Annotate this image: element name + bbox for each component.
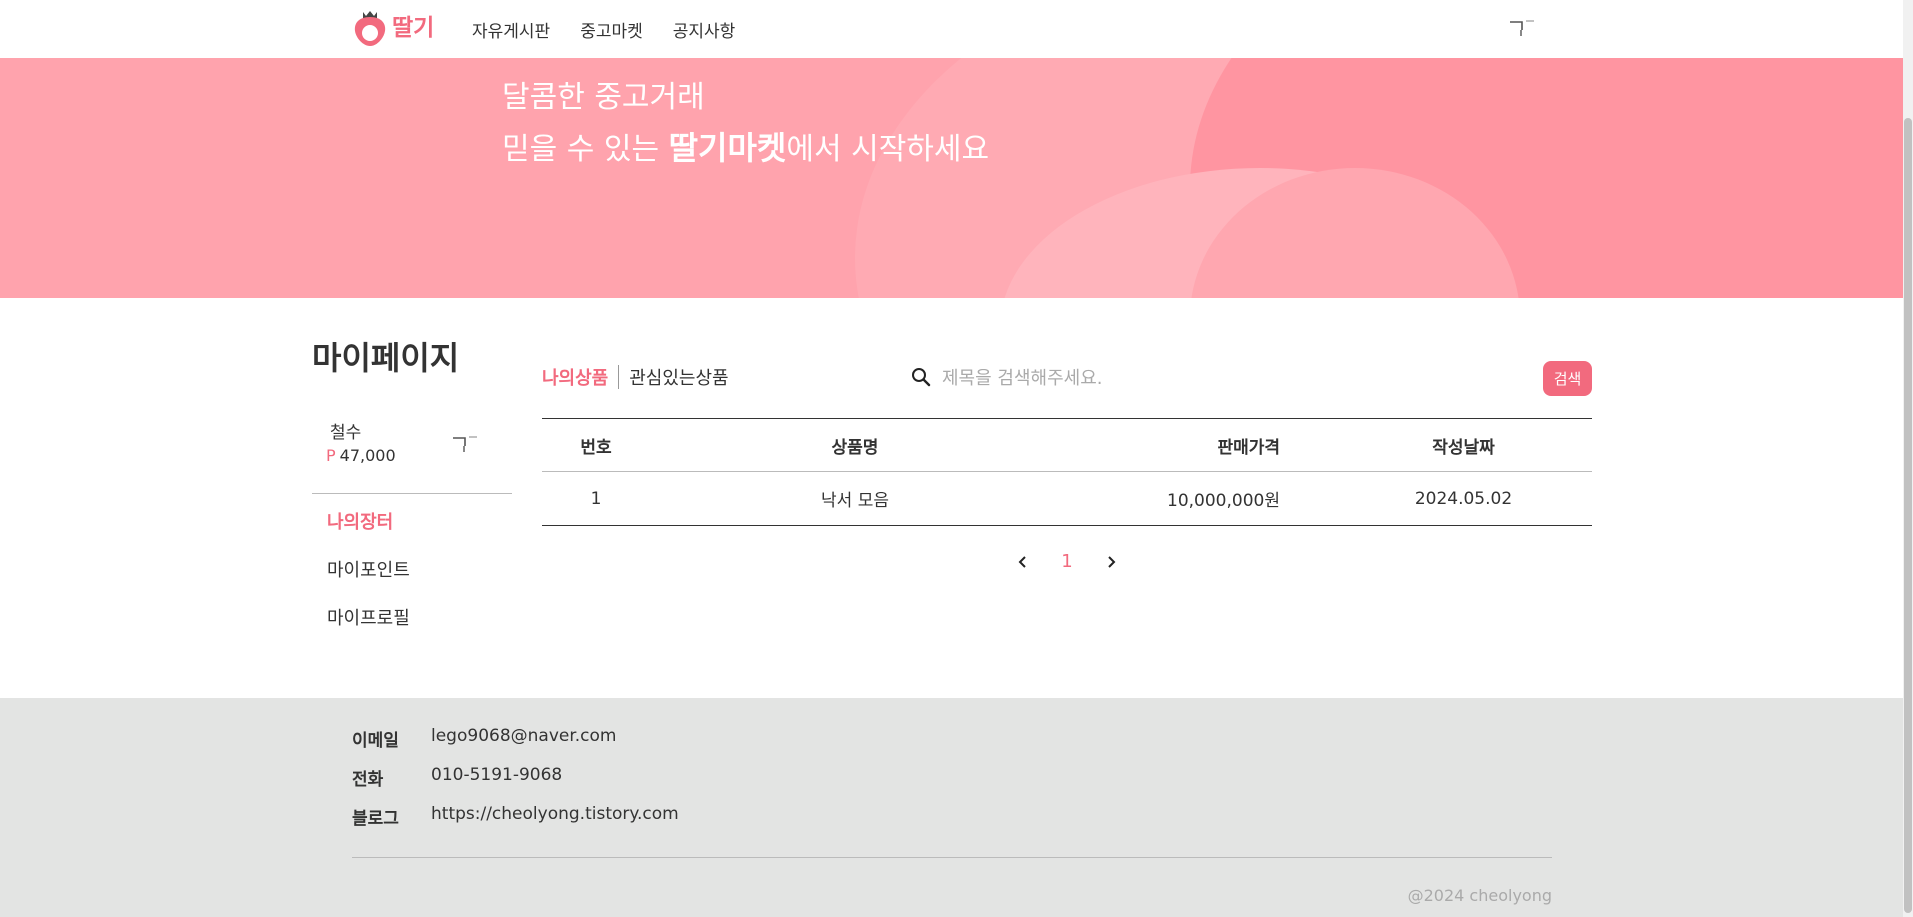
header-number: 번호 [580,437,612,458]
hero-brand: 딸기마켓 [668,129,787,167]
pagination: 1 [1013,551,1121,572]
user-name: 철수 [330,423,362,443]
products-table: 번호 상품명 판매가격 작성날짜 1 낙서 모음 10,000,000원 202… [542,418,1592,526]
hero-line-1: 달콤한 중고거래 [502,80,705,115]
nav-used-market[interactable]: 중고마켓 [580,17,643,42]
footer-phone: 010-5191-9068 [431,765,563,785]
copyright: @2024 cheolyong [1407,886,1552,905]
logo-text: 딸기 [392,15,435,41]
side-menu-my-profile[interactable]: 마이프로필 [327,604,410,652]
nav-free-board[interactable]: 자유게시판 [472,17,550,42]
footer-blog-link[interactable]: https://cheolyong.tistory.com [431,804,679,829]
footer-blog-row: 블로그 https://cheolyong.tistory.com [352,804,679,829]
footer-email-row: 이메일 lego9068@naver.com [352,726,617,751]
header-date: 작성날짜 [1432,437,1495,458]
side-menu-my-market[interactable]: 나의장터 [327,508,410,556]
scrollbar[interactable] [1903,0,1913,917]
footer: 이메일 lego9068@naver.com 전화 010-5191-9068 … [0,698,1903,917]
profile-icon[interactable] [1507,16,1537,42]
chevron-left-icon[interactable] [1013,552,1033,572]
footer-divider [352,857,1552,858]
footer-phone-row: 전화 010-5191-9068 [352,765,562,790]
side-menu: 나의장터 마이포인트 마이프로필 [327,508,410,652]
header-price: 판매가격 [1217,437,1280,458]
page-title: 마이페이지 [312,339,460,377]
search-icon [910,366,932,388]
main-nav: 자유게시판 중고마켓 공지사항 [472,17,735,42]
nav-notice[interactable]: 공지사항 [673,17,736,42]
point-symbol: P [326,446,336,465]
hero-text: 달콤한 중고거래 믿을 수 있는 딸기마켓에서 시작하세요 [502,73,989,175]
search-button[interactable]: 검색 [1543,361,1592,396]
footer-email-label: 이메일 [352,731,399,751]
user-point: P 47,000 [326,446,396,465]
product-tabs: 나의상품 관심있는상품 [542,364,729,390]
table-header: 번호 상품명 판매가격 작성날짜 [542,419,1592,472]
footer-email: lego9068@naver.com [431,726,617,746]
strawberry-logo-icon [352,6,388,48]
search-input[interactable] [942,362,1522,394]
hero-line-2: 믿을 수 있는 딸기마켓에서 시작하세요 [502,129,990,167]
header-product-name: 상품명 [831,437,879,458]
table-row[interactable]: 1 낙서 모음 10,000,000원 2024.05.02 [542,472,1592,525]
page-number-current[interactable]: 1 [1033,551,1101,572]
footer-blog-label: 블로그 [352,809,399,829]
tab-my-products[interactable]: 나의상품 [542,364,608,390]
tab-divider [618,365,620,389]
footer-phone-label: 전화 [352,770,384,790]
chevron-right-icon[interactable] [1101,552,1121,572]
header: 딸기 자유게시판 중고마켓 공지사항 [0,0,1903,58]
tab-liked-products[interactable]: 관심있는상품 [629,364,728,390]
cell-date: 2024.05.02 [1414,488,1513,509]
cell-number: 1 [590,488,602,509]
cell-product-name[interactable]: 낙서 모음 [650,486,1060,511]
logo[interactable]: 딸기 [352,6,434,48]
avatar [450,432,480,458]
user-info: 철수 P 47,000 [312,410,512,494]
hero-banner: 달콤한 중고거래 믿을 수 있는 딸기마켓에서 시작하세요 [0,58,1903,298]
point-value: 47,000 [339,446,396,465]
cell-price: 10,000,000원 [1167,491,1280,511]
side-menu-my-point[interactable]: 마이포인트 [327,556,410,604]
scrollbar-thumb[interactable] [1904,118,1912,913]
